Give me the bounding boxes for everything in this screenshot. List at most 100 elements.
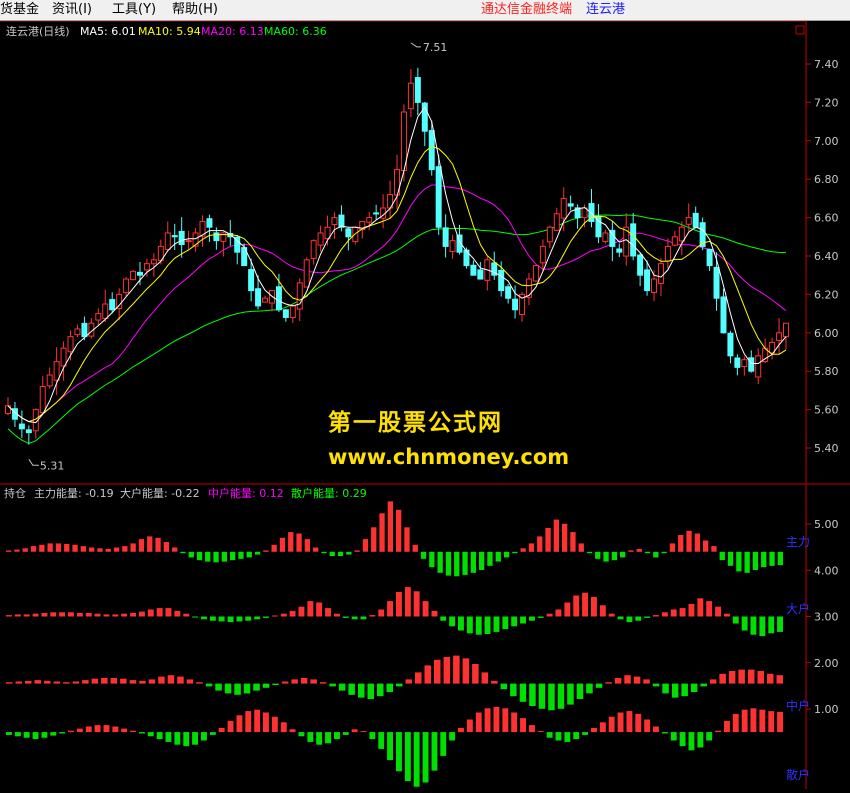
candle-body: [720, 296, 727, 334]
menu-item-help[interactable]: 帮助(H): [172, 1, 218, 19]
candle-body: [498, 270, 505, 292]
menu-item-fund[interactable]: 货基金: [0, 1, 39, 19]
indicator-bar: [234, 683, 241, 695]
low-label: 5.31: [40, 459, 65, 472]
indicator-bar: [620, 551, 626, 558]
indicator-bar: [147, 732, 154, 737]
indicator-bar: [611, 551, 617, 561]
indicator-bar: [334, 613, 340, 617]
candle-body: [178, 230, 185, 245]
candle-body: [366, 217, 373, 223]
indicator-bar: [437, 551, 443, 573]
indicator-bar: [120, 678, 127, 684]
indicator-bar: [520, 548, 526, 552]
indicator-bar: [520, 616, 526, 624]
indicator-bar: [215, 683, 222, 691]
indicator-bar: [72, 681, 80, 684]
indicator-bar: [236, 715, 243, 733]
indicator-bar: [139, 732, 145, 734]
indicator-bar: [453, 655, 460, 684]
indicator-bar: [224, 683, 232, 694]
indicator-bar: [538, 683, 546, 709]
indicator-bar: [163, 542, 169, 552]
price-tick-label: 7.20: [814, 96, 839, 109]
indicator-bar: [706, 732, 713, 741]
side-label-big: 大户: [786, 601, 810, 616]
indicator-bar: [462, 658, 470, 684]
price-tick-label: 6.00: [814, 327, 839, 340]
indicator-bar: [129, 680, 137, 684]
indicator-bar: [288, 532, 294, 552]
indicator-bar: [688, 603, 695, 617]
candle-body: [310, 240, 317, 259]
candle-body: [46, 374, 53, 387]
indicator-bar: [573, 732, 580, 740]
indicator-bar: [396, 509, 402, 552]
indicator-bar: [479, 551, 485, 570]
candle-body: [352, 226, 359, 243]
candle-body: [553, 213, 560, 231]
indicator-bar: [404, 527, 410, 552]
indicator-bar: [122, 546, 128, 552]
indicator-bar: [201, 616, 207, 620]
indicator-bar: [41, 732, 48, 738]
indicator-bar: [624, 675, 631, 684]
indicator-bar: [776, 675, 783, 684]
candle-body: [532, 265, 539, 282]
candle-body: [303, 259, 310, 288]
indicator-bar: [709, 679, 717, 684]
indicator-bar: [472, 664, 479, 684]
indicator-bar: [85, 726, 92, 733]
indicator-bar: [732, 616, 739, 624]
candle-body: [477, 269, 484, 280]
indicator-bar: [458, 616, 464, 631]
indicator-bar: [564, 732, 571, 742]
menu-item-info[interactable]: 资讯(I): [52, 1, 92, 19]
indicator-bar: [466, 719, 473, 733]
indicator-bar: [404, 587, 411, 617]
indicator-bar: [72, 544, 78, 552]
indicator-bar: [777, 711, 783, 733]
candle-body: [296, 282, 303, 310]
indicator-bar: [30, 546, 37, 552]
indicator-bar: [512, 551, 518, 554]
indicator-bar: [626, 711, 633, 733]
indicator-bar: [671, 683, 679, 698]
indicator-bar: [711, 546, 717, 552]
indicator-bar: [351, 729, 358, 733]
candle-body: [512, 298, 519, 311]
indicator-bar: [449, 732, 456, 741]
side-label-retail: 散户: [786, 767, 810, 782]
menu-item-tools[interactable]: 工具(Y): [112, 1, 156, 19]
indicator-bar: [236, 616, 243, 622]
indicator-bar: [605, 682, 612, 684]
chart-area[interactable]: 连云港(日线) MA5: 6.01 MA10: 5.94 MA20: 6.13 …: [0, 20, 850, 789]
indicator-bar: [386, 683, 393, 692]
indicator-bar: [112, 726, 119, 733]
indicator-bar: [422, 732, 429, 783]
candle-body: [407, 82, 414, 110]
indicator-bar: [156, 608, 163, 617]
indicator-bar: [298, 732, 305, 737]
indicator-bar: [112, 614, 119, 617]
candle-body: [213, 232, 220, 242]
indicator-bar: [732, 713, 739, 733]
indicator-bar: [387, 501, 393, 552]
candle-body: [539, 245, 546, 264]
indicator-bar: [635, 713, 642, 733]
indicator-bar: [475, 616, 482, 635]
indicator-bar: [272, 683, 279, 685]
indicator-bar: [32, 613, 39, 617]
indicator-bar: [329, 683, 336, 687]
indicator-bar: [555, 609, 562, 617]
candle-body: [109, 299, 116, 311]
indicator-bar: [736, 551, 742, 572]
indicator-bar: [245, 711, 252, 733]
indicator-bar: [319, 682, 327, 684]
indicator-bar: [487, 551, 493, 566]
indicator-bar: [89, 547, 95, 552]
indicator-bar: [378, 609, 385, 617]
indicator-bar: [502, 616, 509, 630]
watermark-url[interactable]: www.chnmoney.com: [328, 445, 569, 469]
indicator-bar: [313, 547, 319, 552]
